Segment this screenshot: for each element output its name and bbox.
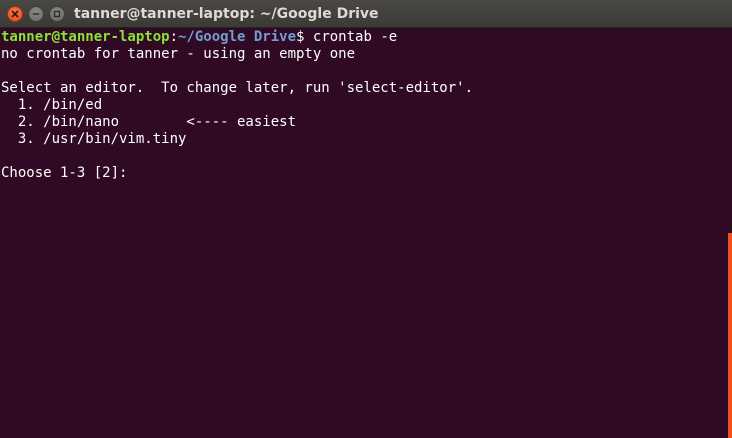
title-bar[interactable]: tanner@tanner-laptop: ~/Google Drive: [0, 0, 732, 28]
editor-option-vim: 3. /usr/bin/vim.tiny: [1, 131, 187, 147]
terminal-window: tanner@tanner-laptop: ~/Google Drive tan…: [0, 0, 732, 438]
choice-prompt[interactable]: Choose 1-3 [2]:: [1, 165, 726, 182]
scrollbar[interactable]: [726, 29, 732, 438]
maximize-icon: [53, 10, 61, 18]
prompt-path: ~/Google Drive: [178, 29, 297, 45]
output-line: Select an editor. To change later, run '…: [1, 80, 474, 96]
maximize-button[interactable]: [49, 6, 65, 22]
prompt-separator: :: [169, 29, 179, 45]
editor-option-nano: 2. /bin/nano <---- easiest: [1, 114, 297, 130]
prompt-symbol: $: [296, 29, 313, 45]
prompt-line: tanner@tanner-laptop:~/Google Drive$ cro…: [1, 29, 726, 46]
prompt-user-host: tanner@tanner-laptop: [1, 29, 170, 45]
output-line: no crontab for tanner - using an empty o…: [1, 46, 356, 62]
minimize-button[interactable]: [28, 6, 44, 22]
scrollbar-thumb[interactable]: [728, 233, 732, 438]
terminal-output[interactable]: tanner@tanner-laptop:~/Google Drive$ cro…: [0, 29, 726, 438]
close-button[interactable]: [7, 6, 23, 22]
editor-option-ed: 1. /bin/ed: [1, 97, 103, 113]
minimize-icon: [32, 13, 40, 15]
prompt-command: crontab -e: [312, 29, 398, 45]
window-title: tanner@tanner-laptop: ~/Google Drive: [74, 6, 379, 22]
close-icon: [11, 10, 19, 18]
